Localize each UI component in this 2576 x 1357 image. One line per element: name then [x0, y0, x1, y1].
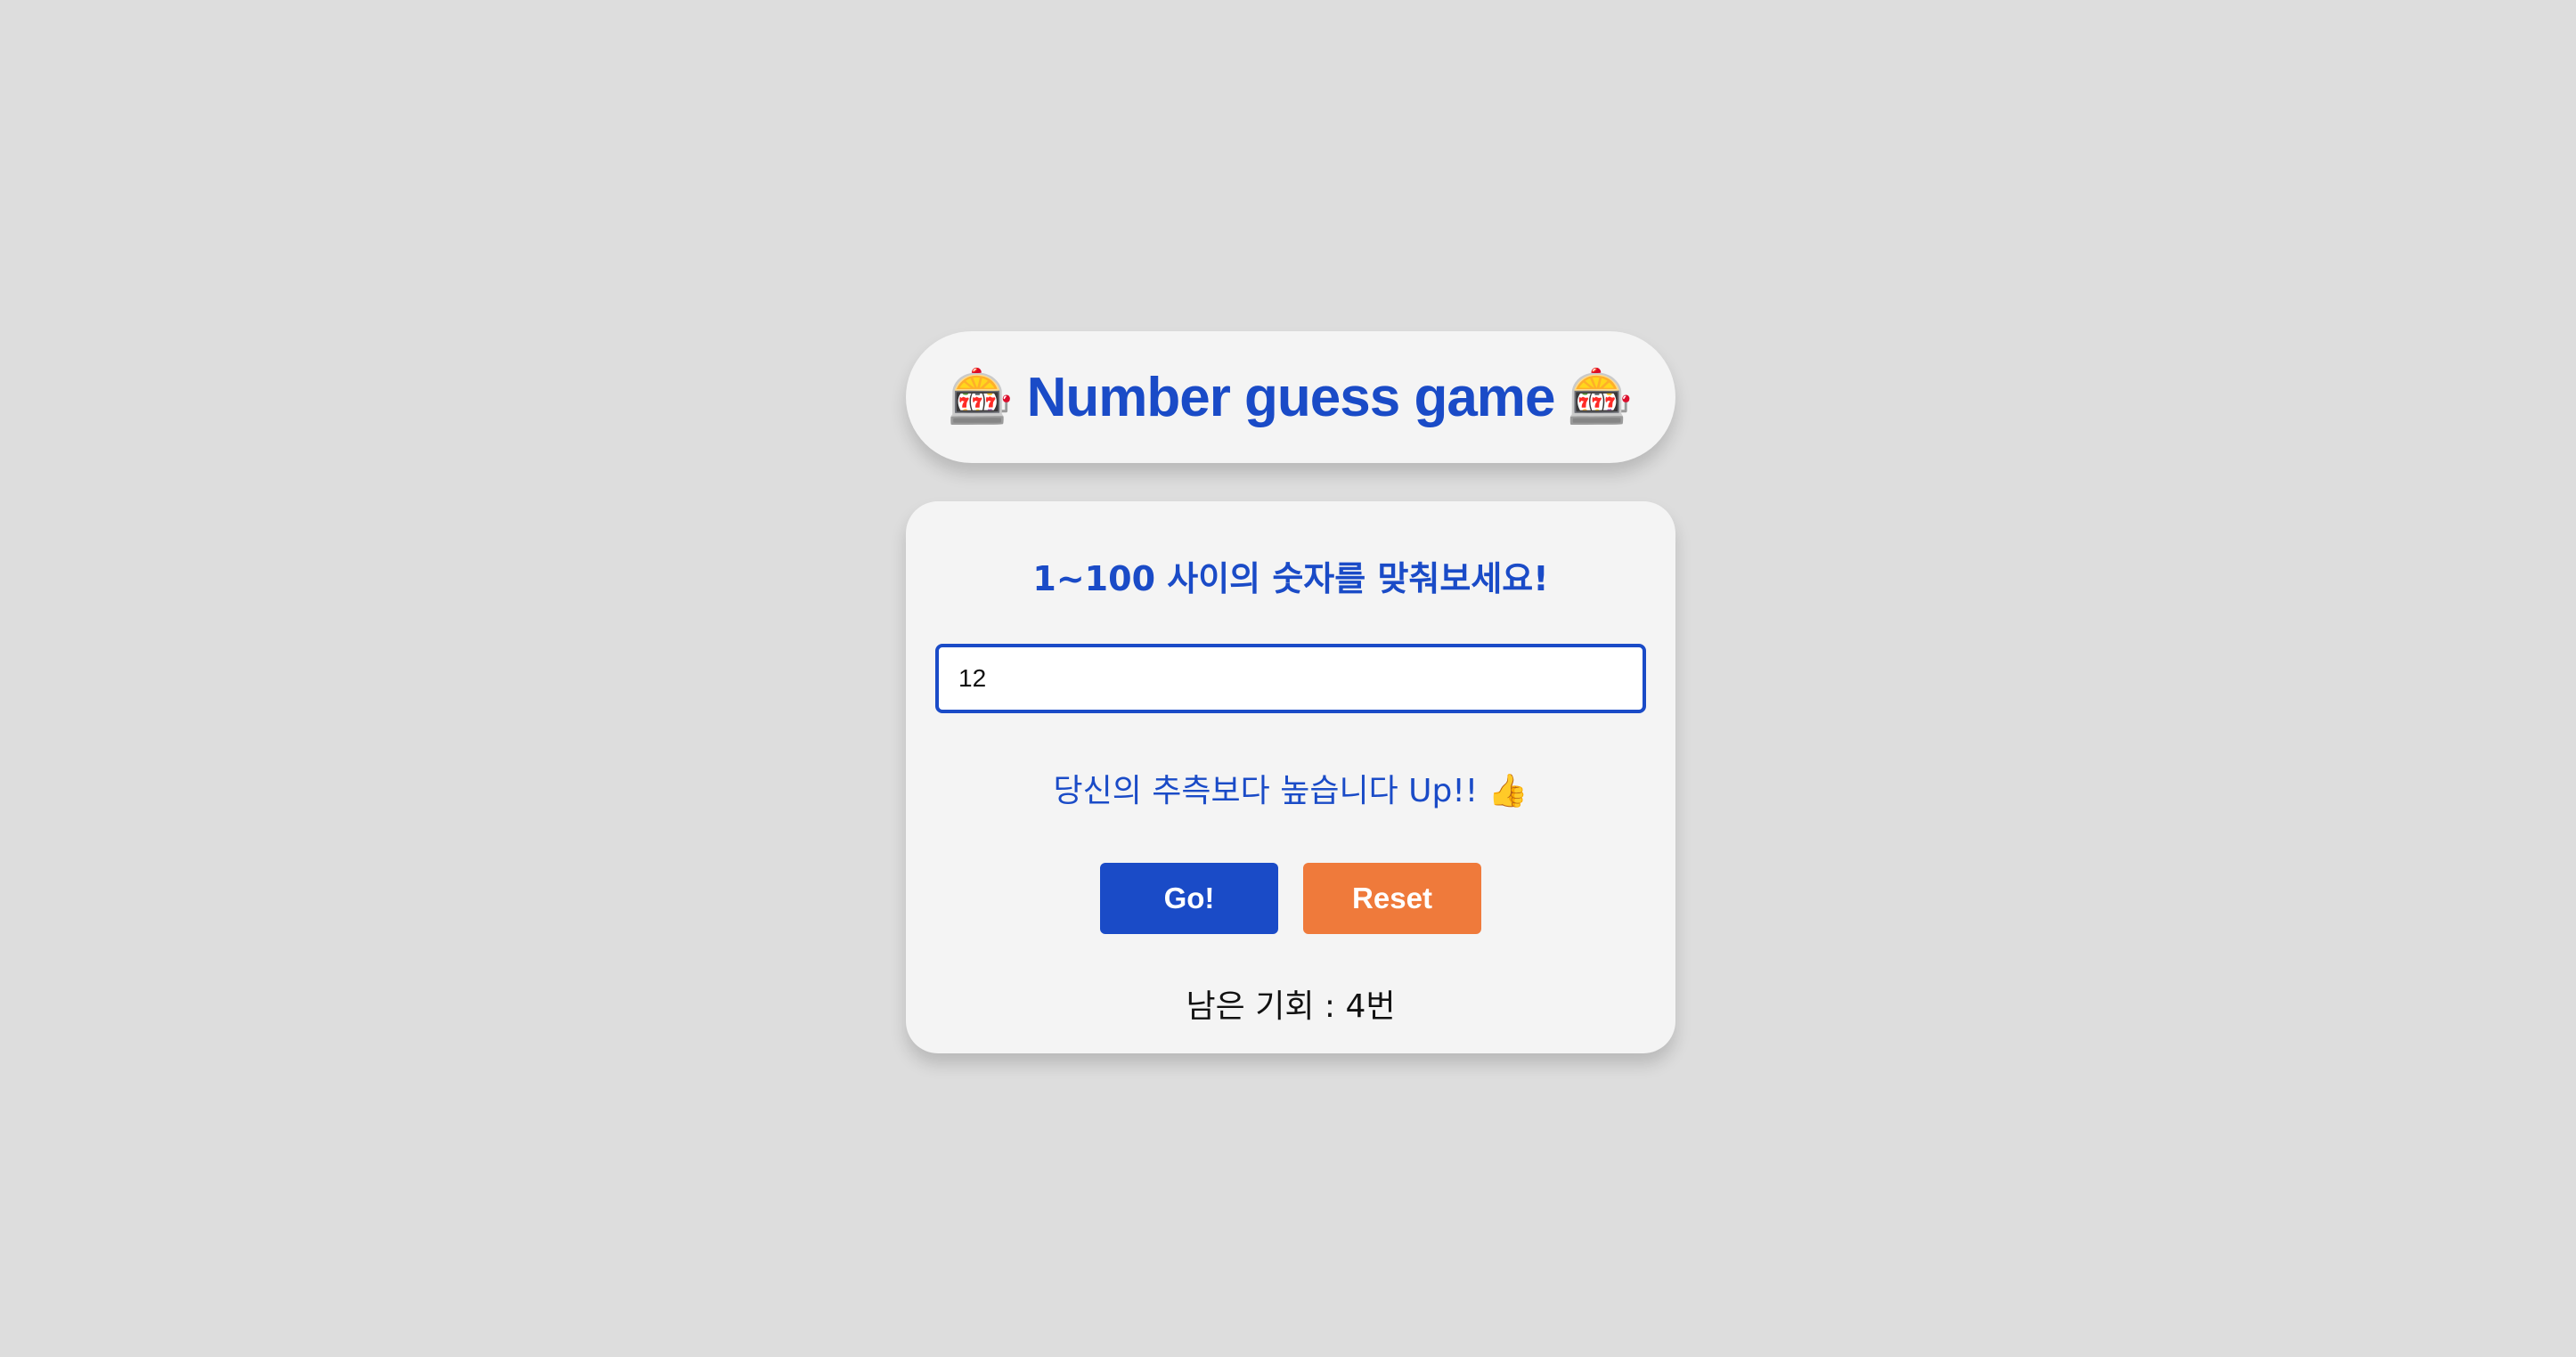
slot-machine-icon: 🎰 [1567, 366, 1634, 428]
result-message: 당신의 추측보다 높습니다 Up!! 👍 [1053, 773, 1528, 809]
slot-machine-icon: 🎰 [947, 366, 1015, 428]
game-card: 1~100 사이의 숫자를 맞춰보세요! 당신의 추측보다 높습니다 Up!! … [906, 501, 1675, 1053]
title-card: 🎰 Number guess game 🎰 [906, 331, 1675, 463]
remaining-chances: 남은 기회 : 4번 [1186, 988, 1396, 1025]
go-button[interactable]: Go! [1100, 863, 1278, 934]
game-prompt: 1~100 사이의 숫자를 맞춰보세요! [1032, 559, 1549, 598]
guess-input[interactable] [935, 644, 1646, 713]
reset-button[interactable]: Reset [1303, 863, 1481, 934]
page-title: Number guess game [1026, 366, 1556, 428]
